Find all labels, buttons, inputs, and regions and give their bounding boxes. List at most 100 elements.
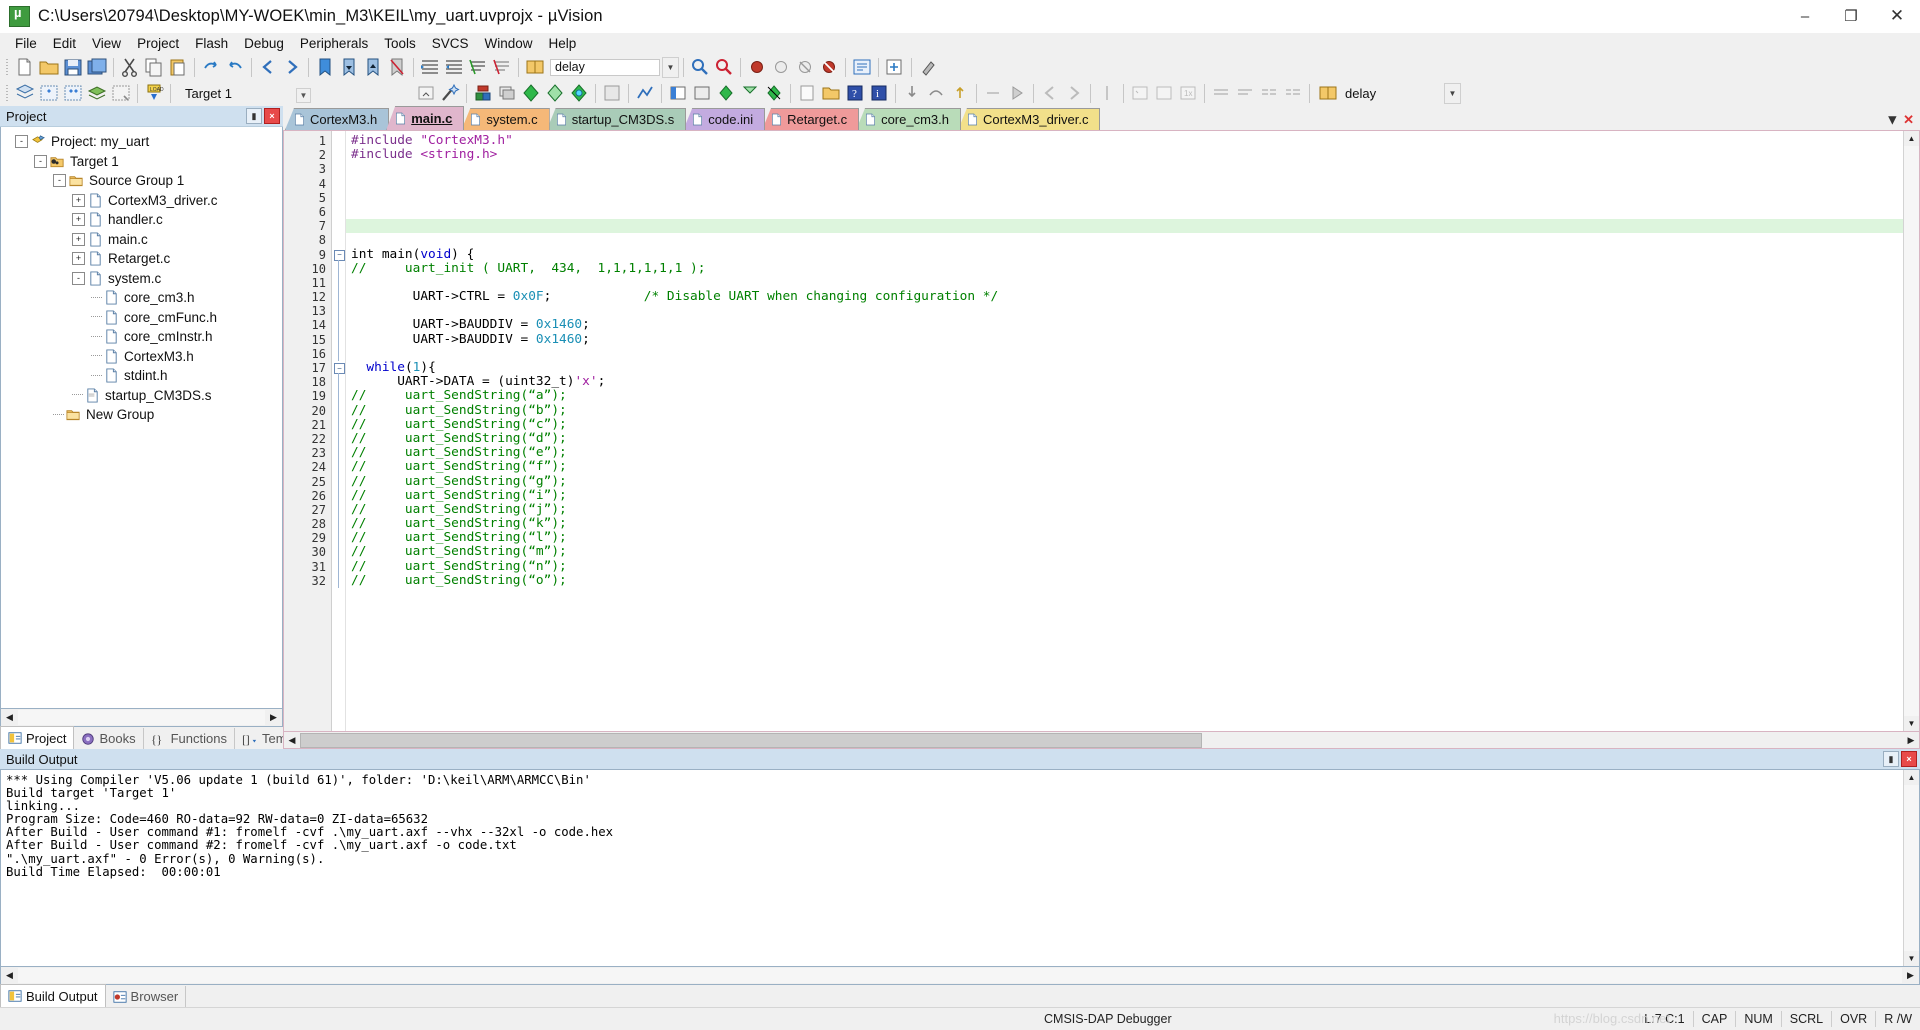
toolbar-grip[interactable] xyxy=(4,57,11,77)
undo-icon[interactable] xyxy=(200,56,222,78)
fold-toggle-icon[interactable]: − xyxy=(334,249,345,261)
system-viewer-icon[interactable] xyxy=(1234,82,1256,104)
source-browser-icon[interactable] xyxy=(763,82,785,104)
insert-file-icon[interactable] xyxy=(796,82,818,104)
scroll-up-icon[interactable]: ▲ xyxy=(1904,131,1919,146)
build-output-close-button[interactable]: × xyxy=(1901,751,1917,767)
tree-collapse-icon[interactable]: - xyxy=(15,135,28,149)
books-window-icon[interactable] xyxy=(691,82,713,104)
nav-back-icon[interactable] xyxy=(257,56,279,78)
build-scroll-right-icon[interactable]: ▶ xyxy=(1902,968,1919,983)
translate-icon[interactable] xyxy=(14,82,36,104)
vscroll-track[interactable] xyxy=(1904,146,1919,716)
toggle-bp-icon2[interactable] xyxy=(1096,82,1118,104)
tree-item[interactable]: core_cmInstr.h xyxy=(7,327,282,347)
target-select-arrow-icon[interactable]: ▼ xyxy=(296,87,311,103)
maximize-button[interactable]: ❐ xyxy=(1828,0,1874,32)
pack-installer-icon[interactable] xyxy=(520,82,542,104)
disable-breakpoint-icon[interactable] xyxy=(770,56,792,78)
help-contents-icon[interactable]: ? xyxy=(844,82,866,104)
tree-collapse-icon[interactable]: - xyxy=(34,154,47,168)
code-text-area[interactable]: #include "CortexM3.h" #include <string.h>… xyxy=(346,131,1903,731)
kill-all-breakpoints-icon[interactable] xyxy=(818,56,840,78)
comment-icon[interactable] xyxy=(467,56,489,78)
project-window-icon[interactable] xyxy=(667,82,689,104)
back-nav-icon[interactable] xyxy=(1039,82,1061,104)
build-output-body[interactable]: *** Using Compiler 'V5.06 update 1 (buil… xyxy=(0,769,1920,967)
tree-item[interactable]: CortexM3.h xyxy=(7,347,282,367)
tree-item[interactable]: core_cmFunc.h xyxy=(7,308,282,328)
close-button[interactable]: ✕ xyxy=(1874,0,1920,32)
batch-build-icon[interactable] xyxy=(86,82,108,104)
step-out-icon[interactable] xyxy=(949,82,971,104)
step-into-icon[interactable] xyxy=(901,82,923,104)
tree-item[interactable]: + Retarget.c xyxy=(7,249,282,269)
debug-restore-icon[interactable] xyxy=(1282,82,1304,104)
run-to-cursor-icon[interactable] xyxy=(982,82,1004,104)
target-options-icon[interactable] xyxy=(415,82,437,104)
tree-item[interactable]: + main.c xyxy=(7,230,282,250)
find-book-icon[interactable] xyxy=(524,56,546,78)
pack-update-icon[interactable] xyxy=(544,82,566,104)
rebuild-icon[interactable] xyxy=(62,82,84,104)
quick-find-book-icon[interactable] xyxy=(1317,82,1339,104)
code-editor[interactable]: 1 2 3 4 5 6 7 8 9 10 11 12 13 14 15 16 17 18 19 20 21 22 23 24 2… xyxy=(283,130,1920,732)
indent-icon[interactable] xyxy=(419,56,441,78)
tree-item[interactable]: - Target 1 xyxy=(7,152,282,172)
target-select[interactable]: Target 1 ▼ xyxy=(179,83,314,103)
tree-expand-icon[interactable]: + xyxy=(72,252,85,266)
scroll-right-icon[interactable]: ▶ xyxy=(265,710,282,725)
menu-view[interactable]: View xyxy=(84,35,129,52)
build-pane-tab-browser[interactable]: Browser xyxy=(106,986,187,1007)
tree-item[interactable]: - system.c xyxy=(7,269,282,289)
configuration-wizard-icon[interactable] xyxy=(851,56,873,78)
editor-scroll-left-icon[interactable]: ◀ xyxy=(284,733,300,747)
build-pane-tab-build-output[interactable]: Build Output xyxy=(0,984,106,1007)
bookmark-prev-icon[interactable] xyxy=(338,56,360,78)
tree-item[interactable]: stdint.h xyxy=(7,366,282,386)
menu-edit[interactable]: Edit xyxy=(45,35,84,52)
paste-icon[interactable] xyxy=(167,56,189,78)
build-hscroll-track[interactable] xyxy=(18,968,1902,983)
manage-project-items-icon[interactable] xyxy=(472,82,494,104)
run-icon[interactable] xyxy=(1006,82,1028,104)
menu-svcs[interactable]: SVCS xyxy=(424,35,477,52)
tree-item[interactable]: startup_CM3DS.s xyxy=(7,386,282,406)
build-scroll-down-icon[interactable]: ▼ xyxy=(1904,951,1919,966)
tree-item[interactable]: + handler.c xyxy=(7,210,282,230)
open-file-icon[interactable] xyxy=(38,56,60,78)
quick-find-arrow-icon[interactable]: ▼ xyxy=(1444,82,1461,104)
start-debug-icon[interactable] xyxy=(601,82,623,104)
magic-wand-icon[interactable] xyxy=(439,82,461,104)
build-icon[interactable] xyxy=(38,82,60,104)
bookmark-toggle-icon[interactable] xyxy=(314,56,336,78)
menu-file[interactable]: File xyxy=(7,35,45,52)
tree-item[interactable]: core_cm3.h xyxy=(7,288,282,308)
watch-window-icon[interactable] xyxy=(1129,82,1151,104)
project-pane-tab-functions[interactable]: {} Functions xyxy=(144,728,235,749)
editor-tab-main-c[interactable]: main.c xyxy=(386,106,465,130)
uncomment-icon[interactable] xyxy=(491,56,513,78)
project-tree-hscrollbar[interactable]: ◀ ▶ xyxy=(0,709,283,727)
menu-window[interactable]: Window xyxy=(476,35,540,52)
minimize-button[interactable]: – xyxy=(1782,0,1828,32)
build-scroll-up-icon[interactable]: ▲ xyxy=(1904,770,1919,785)
find-dropdown-arrow[interactable]: ▼ xyxy=(662,56,679,78)
editor-tab-cortexm3-driver-c[interactable]: CortexM3_driver.c xyxy=(958,108,1101,130)
analysis-windows-icon[interactable] xyxy=(634,82,656,104)
help-index-icon[interactable]: i xyxy=(868,82,890,104)
fold-toggle-icon[interactable]: − xyxy=(334,363,345,375)
find-in-files-icon[interactable] xyxy=(689,56,711,78)
stop-build-icon[interactable] xyxy=(110,82,132,104)
tree-item[interactable]: + CortexM3_driver.c xyxy=(7,191,282,211)
build-output-hscrollbar[interactable]: ◀ ▶ xyxy=(0,967,1920,985)
hscroll-track[interactable] xyxy=(18,710,265,725)
templates-window-icon[interactable] xyxy=(739,82,761,104)
editor-tab-system-c[interactable]: system.c xyxy=(461,108,550,130)
menu-flash[interactable]: Flash xyxy=(187,35,236,52)
trace-windows-icon[interactable] xyxy=(1210,82,1232,104)
serial-window-icon[interactable]: 1x xyxy=(1177,82,1199,104)
tab-scroll-down-icon[interactable]: ▶ xyxy=(1886,116,1899,124)
menu-tools[interactable]: Tools xyxy=(376,35,424,52)
nav-forward-icon[interactable] xyxy=(281,56,303,78)
